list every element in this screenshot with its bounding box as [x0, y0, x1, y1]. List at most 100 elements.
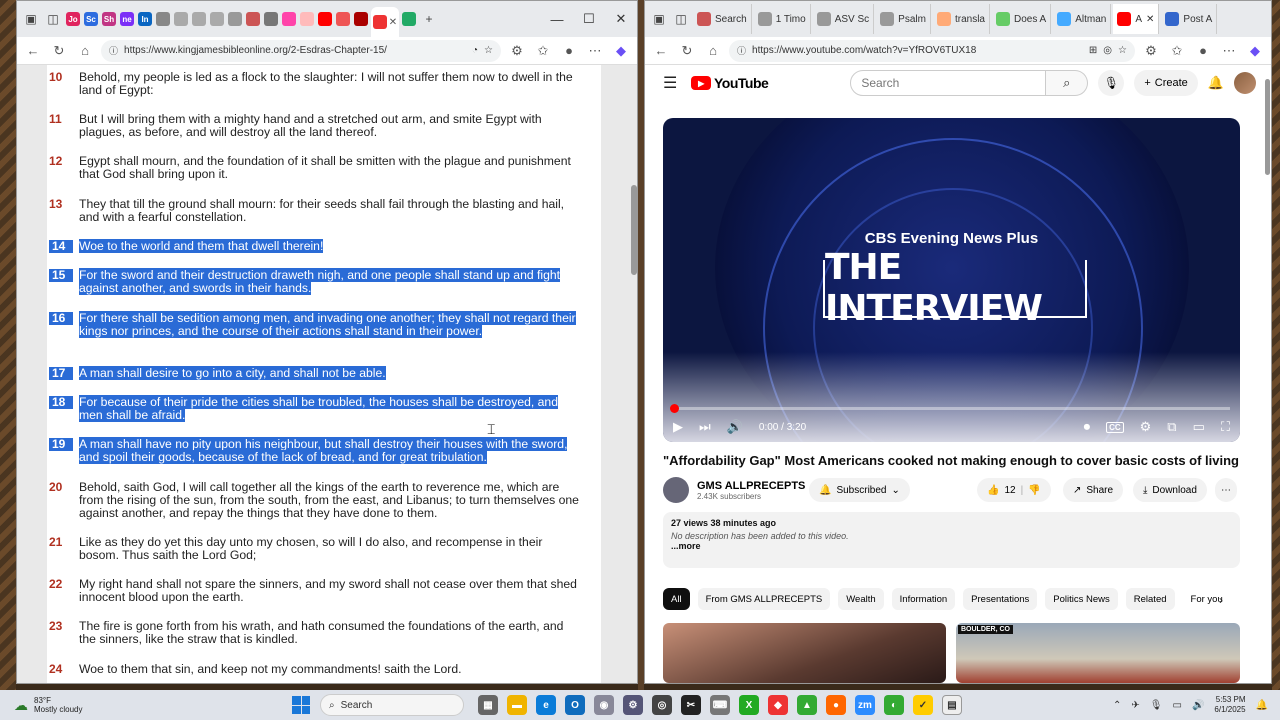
- favorites-icon[interactable]: ✩: [1167, 41, 1187, 61]
- outlook-icon[interactable]: O: [565, 695, 585, 715]
- notepad-icon[interactable]: ▤: [942, 695, 962, 715]
- settings-gear-icon[interactable]: ⚙: [1140, 419, 1152, 435]
- video-player[interactable]: CBS Evening News Plus THE INTERVIEW ▶ ⏭ …: [663, 118, 1240, 442]
- site-info-icon[interactable]: ⓘ: [737, 44, 746, 57]
- autoplay-toggle-icon[interactable]: ⏺: [1084, 419, 1091, 435]
- home-icon[interactable]: ⌂: [703, 41, 723, 61]
- tab-doc-8[interactable]: [281, 10, 297, 28]
- tab-doc-5[interactable]: [227, 10, 243, 28]
- copilot-icon[interactable]: ◆: [611, 41, 631, 61]
- refresh-icon[interactable]: ↻: [677, 41, 697, 61]
- left-scrollbar-thumb[interactable]: [631, 185, 637, 275]
- search-icon[interactable]: ⌕: [1046, 70, 1089, 96]
- tab-asv[interactable]: ASV Sc: [813, 4, 875, 34]
- home-icon[interactable]: ⌂: [75, 41, 95, 61]
- notification-bell-icon[interactable]: 🔔: [1256, 700, 1268, 711]
- site-info-icon[interactable]: ⓘ: [109, 44, 118, 57]
- like-dislike-button[interactable]: 👍 12 | 👎: [977, 478, 1051, 502]
- tab-ne[interactable]: ne: [119, 10, 135, 28]
- tab-pic[interactable]: [401, 10, 417, 28]
- profile-icon[interactable]: ●: [559, 41, 579, 61]
- settings-gear-icon[interactable]: ⚙: [623, 695, 643, 715]
- voice-search-icon[interactable]: 🎙: [1098, 70, 1125, 96]
- refresh-icon[interactable]: ↻: [49, 41, 69, 61]
- recommended-video-thumbnail[interactable]: [663, 623, 946, 683]
- task-view-icon[interactable]: ▦: [478, 695, 498, 715]
- close-tab-icon[interactable]: ✕: [1146, 14, 1154, 25]
- red-app-icon[interactable]: ◆: [768, 695, 788, 715]
- thumbs-up-icon[interactable]: 👍: [987, 485, 999, 496]
- tab-doc-2[interactable]: [173, 10, 189, 28]
- tab-doc-1[interactable]: [155, 10, 171, 28]
- more-actions-icon[interactable]: ⋯: [1215, 478, 1237, 502]
- user-avatar[interactable]: [1233, 72, 1256, 94]
- right-scrollbar-thumb[interactable]: [1265, 79, 1270, 175]
- xbox-icon[interactable]: X: [739, 695, 759, 715]
- tab-psalm[interactable]: Psalm: [876, 4, 931, 34]
- hamburger-menu-icon[interactable]: ☰: [663, 73, 681, 93]
- chip-information[interactable]: Information: [891, 588, 956, 610]
- nvidia-icon[interactable]: ▲: [797, 695, 817, 715]
- tab-doc-9[interactable]: [299, 10, 315, 28]
- miniplayer-icon[interactable]: ⧉: [1167, 419, 1176, 435]
- captions-icon[interactable]: CC: [1106, 421, 1124, 433]
- chip-all[interactable]: All: [663, 588, 690, 610]
- chip-related[interactable]: Related: [1125, 588, 1175, 610]
- notifications-bell-icon[interactable]: 🔔: [1208, 75, 1224, 91]
- tab-doc-4[interactable]: [209, 10, 225, 28]
- close-window-icon[interactable]: ✕: [605, 1, 637, 37]
- more-link[interactable]: ...more: [671, 541, 1232, 551]
- network-icon[interactable]: ✈: [1131, 700, 1139, 711]
- chip-wealth[interactable]: Wealth: [838, 588, 884, 610]
- sticky-notes-icon[interactable]: ✓: [913, 695, 933, 715]
- recommended-video-thumbnail[interactable]: BOULDER, CO: [956, 623, 1240, 683]
- back-icon[interactable]: ←: [23, 41, 43, 61]
- keyboard-icon[interactable]: ⌨: [710, 695, 730, 715]
- right-address-bar[interactable]: ⓘ https://www.youtube.com/watch?v=YfROV6…: [729, 39, 1135, 62]
- capcut-icon[interactable]: ✂: [681, 695, 701, 715]
- tab-actions-icon[interactable]: ◫: [43, 9, 63, 29]
- thumbs-down-icon[interactable]: 👎: [1028, 485, 1040, 496]
- close-tab-icon[interactable]: ✕: [389, 17, 397, 28]
- channel-name[interactable]: GMS ALLPRECEPTS: [697, 480, 805, 492]
- chip-presentations[interactable]: Presentations: [963, 588, 1038, 610]
- fullscreen-icon[interactable]: ⛶: [1221, 419, 1230, 435]
- reader-icon[interactable]: ◔: [472, 45, 478, 56]
- volume-icon[interactable]: 🔊: [1192, 700, 1204, 711]
- tab-sc[interactable]: Sc: [83, 10, 99, 28]
- volume-icon[interactable]: 🔊: [727, 419, 743, 435]
- app-available-icon[interactable]: ⊞: [1089, 45, 1097, 56]
- tab-red-book[interactable]: [353, 10, 369, 28]
- tab-active-kjv[interactable]: ✕: [371, 7, 399, 37]
- tab-sh[interactable]: Sh: [101, 10, 117, 28]
- video-progress-bar[interactable]: [670, 404, 1230, 413]
- copilot-icon[interactable]: ◆: [1245, 41, 1265, 61]
- tracking-icon[interactable]: ◎: [1103, 45, 1112, 56]
- chip-from-channel[interactable]: From GMS ALLPRECEPTS: [697, 588, 831, 610]
- tab-search[interactable]: Search: [693, 4, 752, 34]
- file-explorer-icon[interactable]: ▬: [507, 695, 527, 715]
- tab-youtube-1[interactable]: [317, 10, 333, 28]
- back-icon[interactable]: ←: [651, 41, 671, 61]
- profile-icon[interactable]: ●: [1193, 41, 1213, 61]
- new-tab-icon[interactable]: +: [419, 9, 439, 29]
- minimize-icon[interactable]: —: [541, 1, 573, 37]
- create-button[interactable]: + Create: [1134, 70, 1198, 96]
- play-icon[interactable]: ▶: [673, 419, 683, 435]
- workspaces-icon[interactable]: ▣: [649, 9, 669, 29]
- taskbar-search[interactable]: ⌕ Search: [320, 694, 464, 716]
- tab-doc-6[interactable]: [245, 10, 261, 28]
- start-windows-icon[interactable]: [292, 696, 310, 714]
- chevron-right-icon[interactable]: ›: [1219, 593, 1223, 607]
- tab-does-a[interactable]: Does A: [992, 4, 1052, 34]
- tab-jo[interactable]: Jo: [65, 10, 81, 28]
- weather-widget[interactable]: ☁ 83°F Mostly cloudy: [0, 696, 280, 714]
- youtube-search-input[interactable]: Search: [850, 70, 1047, 96]
- tab-doc-10[interactable]: [335, 10, 351, 28]
- green-app-icon[interactable]: ◐: [884, 695, 904, 715]
- chip-politics-news[interactable]: Politics News: [1045, 588, 1118, 610]
- tab-altman[interactable]: Altman: [1053, 4, 1112, 34]
- screen-icon[interactable]: ▭: [1173, 700, 1182, 711]
- camera-icon[interactable]: ◉: [594, 695, 614, 715]
- tab-translate[interactable]: transla: [933, 4, 990, 34]
